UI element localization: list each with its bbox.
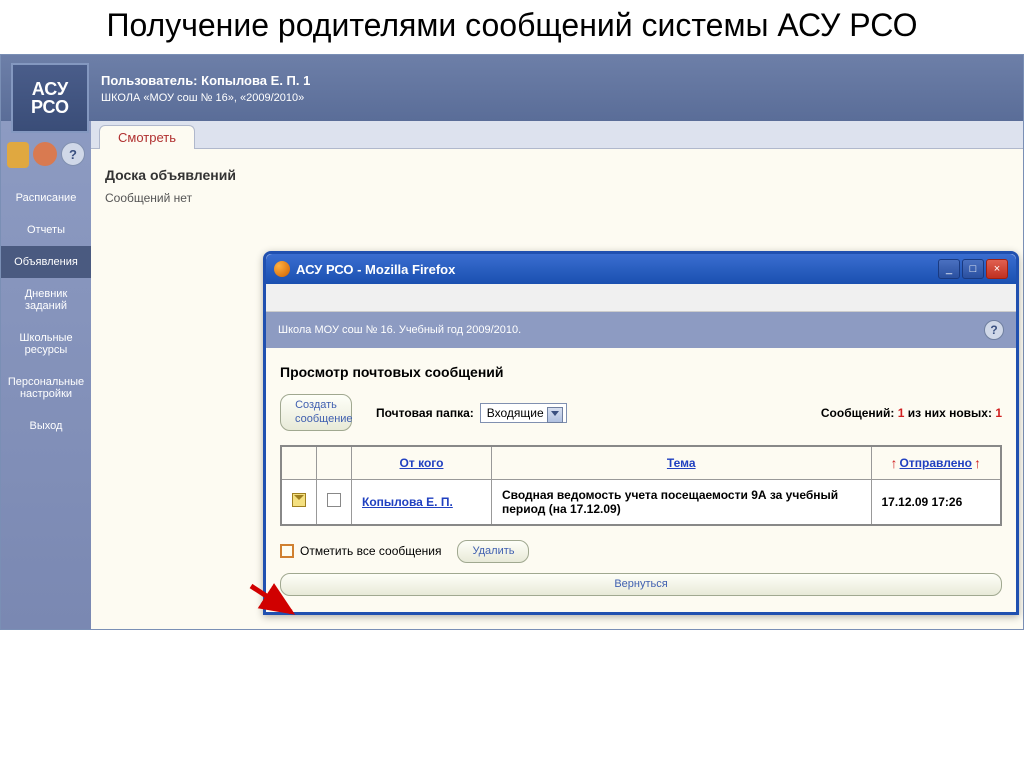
close-button[interactable]: × <box>986 259 1008 279</box>
mail-section: Просмотр почтовых сообщений Создать сооб… <box>266 348 1016 612</box>
info-strip: Школа МОУ сош № 16. Учебный год 2009/201… <box>266 312 1016 348</box>
user-icon[interactable] <box>33 142 57 166</box>
titlebar-text: АСУ РСО - Mozilla Firefox <box>296 262 938 277</box>
maximize-button[interactable]: □ <box>962 259 984 279</box>
nav-diary[interactable]: Дневник заданий <box>1 278 91 322</box>
app-container: АСУ РСО Пользователь: Копылова Е. П. 1 Ш… <box>0 54 1024 630</box>
nav-resources[interactable]: Школьные ресурсы <box>1 322 91 366</box>
titlebar: АСУ РСО - Mozilla Firefox _ □ × <box>266 254 1016 284</box>
header-bar: АСУ РСО Пользователь: Копылова Е. П. 1 Ш… <box>1 55 1023 121</box>
minimize-button[interactable]: _ <box>938 259 960 279</box>
delete-button[interactable]: Удалить <box>457 540 529 563</box>
sort-up-icon: ↑ <box>891 455 898 471</box>
folder-select[interactable]: Входящие <box>480 403 567 423</box>
folder-label: Почтовая папка: <box>376 406 474 420</box>
left-nav: ? Расписание Отчеты Объявления Дневник з… <box>1 121 91 629</box>
folder-value: Входящие <box>487 406 544 420</box>
count-prefix: Сообщений: <box>821 406 898 420</box>
mark-all-checkbox[interactable] <box>280 544 294 558</box>
create-message-button[interactable]: Создать сообщение <box>280 394 352 430</box>
bottom-controls: Отметить все сообщения Удалить <box>280 540 1002 563</box>
nav-reports[interactable]: Отчеты <box>1 214 91 246</box>
back-button[interactable]: Вернуться <box>280 573 1002 596</box>
nav-icons: ? <box>7 142 85 168</box>
folder-row: Почтовая папка: Входящие <box>376 403 567 423</box>
mail-table: От кого Тема ↑Отправлено↑ Копылова Е. П.… <box>280 445 1002 526</box>
nav-announcements[interactable]: Объявления <box>1 246 91 278</box>
tab-bar: Смотреть <box>91 121 1023 149</box>
col-sent[interactable]: ↑Отправлено↑ <box>871 446 1001 480</box>
nav-exit[interactable]: Выход <box>1 410 91 442</box>
slide-title: Получение родителями сообщений системы А… <box>0 0 1024 54</box>
firefox-icon <box>274 261 290 277</box>
book-icon[interactable] <box>7 142 29 168</box>
mail-controls: Создать сообщение Почтовая папка: Входящ… <box>280 394 1002 430</box>
table-header-row: От кого Тема ↑Отправлено↑ <box>281 446 1001 480</box>
logo-line1: АСУ <box>32 80 69 98</box>
table-row: Копылова Е. П. Сводная ведомость учета п… <box>281 479 1001 525</box>
board-title: Доска объявлений <box>105 167 1009 183</box>
tab-view[interactable]: Смотреть <box>99 125 195 149</box>
sort-up-icon: ↑ <box>974 455 981 471</box>
board-empty: Сообщений нет <box>105 191 1009 205</box>
mail-title: Просмотр почтовых сообщений <box>280 364 1002 380</box>
envelope-icon <box>292 493 306 507</box>
row-subject[interactable]: Сводная ведомость учета посещаемости 9А … <box>492 479 872 525</box>
col-check <box>281 446 317 480</box>
mark-all-label: Отметить все сообщения <box>300 544 441 558</box>
col-icon <box>317 446 352 480</box>
logo: АСУ РСО <box>11 63 89 133</box>
nav-schedule[interactable]: Расписание <box>1 182 91 214</box>
nav-settings[interactable]: Персональные настройки <box>1 366 91 410</box>
checkbox[interactable] <box>327 493 341 507</box>
popup-body: Школа МОУ сош № 16. Учебный год 2009/201… <box>266 312 1016 612</box>
user-label: Пользователь: Копылова Е. П. 1 <box>101 73 310 88</box>
row-icon <box>317 479 352 525</box>
count-mid: из них новых: <box>904 406 995 420</box>
col-from[interactable]: От кого <box>352 446 492 480</box>
user-info: Пользователь: Копылова Е. П. 1 ШКОЛА «МО… <box>101 73 310 104</box>
row-check[interactable] <box>281 479 317 525</box>
logo-line2: РСО <box>31 98 69 116</box>
popup-window: АСУ РСО - Mozilla Firefox _ □ × Школа МО… <box>263 251 1019 615</box>
popup-toolbar <box>266 284 1016 312</box>
school-label: ШКОЛА «МОУ сош № 16», «2009/2010» <box>101 92 310 104</box>
count-new: 1 <box>995 406 1002 420</box>
row-from[interactable]: Копылова Е. П. <box>352 479 492 525</box>
chevron-down-icon <box>551 411 559 416</box>
message-count: Сообщений: 1 из них новых: 1 <box>821 406 1002 420</box>
help-icon[interactable]: ? <box>61 142 85 166</box>
mark-all[interactable]: Отметить все сообщения <box>280 544 441 558</box>
row-date: 17.12.09 17:26 <box>871 479 1001 525</box>
info-strip-text: Школа МОУ сош № 16. Учебный год 2009/201… <box>278 324 521 336</box>
help-icon[interactable]: ? <box>984 320 1004 340</box>
col-subject[interactable]: Тема <box>492 446 872 480</box>
